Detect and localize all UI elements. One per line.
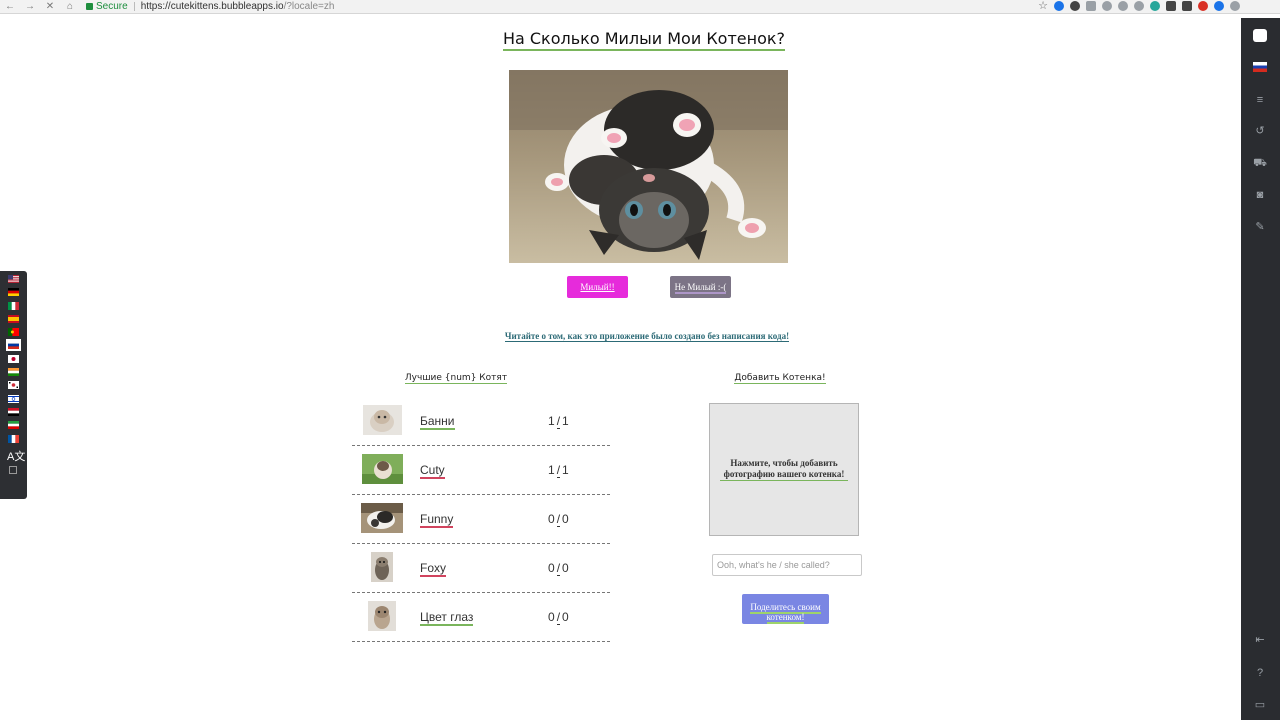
not-cute-label: Не Милый :-( xyxy=(674,282,727,294)
extension-icon[interactable] xyxy=(1134,1,1144,11)
url-host: https://cutekittens.bubbleapps.io xyxy=(140,1,284,12)
address-separator xyxy=(133,2,135,11)
list-item[interactable]: Cuty 1/1 xyxy=(352,446,610,495)
kitten-thumbnail xyxy=(363,405,402,435)
not-cute-button[interactable]: Не Милый :-( xyxy=(670,276,731,298)
share-kitten-button[interactable]: Поделитесь своим котенком! xyxy=(742,594,829,624)
bookmark-star-icon[interactable]: ☆ xyxy=(1038,1,1048,12)
page-title: На Сколько Милыи Мои Котенок? xyxy=(0,29,1280,51)
list-item[interactable]: Цвет глаз 0/0 xyxy=(352,593,610,642)
kitten-thumbnail xyxy=(362,454,403,484)
extension-icon[interactable] xyxy=(1214,1,1224,11)
kitten-thumbnail xyxy=(371,552,393,582)
kitten-name[interactable]: Банни xyxy=(420,414,455,430)
browser-toolbar: ← → ✕ ⌂ Secure https://cutekittens.bubbl… xyxy=(0,0,1280,14)
window-icon[interactable]: ▭ xyxy=(1253,698,1267,712)
camera-icon[interactable]: ◙ xyxy=(1253,188,1267,202)
kitten-name[interactable]: Цвет глаз xyxy=(420,610,474,626)
kitten-name[interactable]: Cuty xyxy=(420,463,445,479)
url-path: /?locale=zh xyxy=(283,1,335,12)
extension-icon[interactable] xyxy=(1198,1,1208,11)
home-icon[interactable]: ⌂ xyxy=(60,1,80,13)
pencil-icon[interactable]: ✎ xyxy=(1253,220,1267,234)
reload-stop-icon[interactable]: ✕ xyxy=(40,1,60,13)
collapse-icon[interactable]: ⇤ xyxy=(1253,633,1267,647)
kitten-photo xyxy=(509,70,788,263)
list-icon[interactable]: ≡ xyxy=(1253,93,1267,107)
secure-indicator[interactable]: Secure xyxy=(86,1,128,12)
list-item[interactable]: Funny 0/0 xyxy=(352,495,610,544)
best-kittens-heading: Лучшие {num} Котят xyxy=(404,373,508,384)
kitten-score: 0/0 xyxy=(548,610,569,625)
extension-icon[interactable] xyxy=(1102,1,1112,11)
forward-icon[interactable]: → xyxy=(20,1,40,13)
kitten-thumbnail xyxy=(361,503,403,533)
extension-icons: ☆ xyxy=(1038,1,1240,12)
extension-icon[interactable] xyxy=(1230,1,1240,11)
secure-label: Secure xyxy=(96,1,128,12)
cart-icon[interactable]: ⛟ xyxy=(1253,156,1267,170)
extension-icon[interactable] xyxy=(1166,1,1176,11)
history-icon[interactable]: ↺ xyxy=(1253,124,1267,138)
how-built-link[interactable]: Читайте о том, как это приложение было с… xyxy=(0,331,1280,342)
address-bar[interactable]: https://cutekittens.bubbleapps.io/?local… xyxy=(141,1,335,12)
kitten-name[interactable]: Funny xyxy=(420,512,454,528)
cute-button[interactable]: Милый!! xyxy=(567,276,628,298)
flag-ru-icon[interactable] xyxy=(1253,62,1267,72)
list-item[interactable]: Foxy 0/0 xyxy=(352,544,610,593)
photo-upload-label: Нажмите, чтобы добавить фотографию вашег… xyxy=(720,458,848,481)
kitten-name-input[interactable] xyxy=(712,554,862,576)
extension-icon[interactable] xyxy=(1070,1,1080,11)
extension-icon[interactable] xyxy=(1182,1,1192,11)
kitten-name[interactable]: Foxy xyxy=(420,561,447,577)
lock-icon xyxy=(86,3,93,10)
extension-icon[interactable] xyxy=(1086,1,1096,11)
kitten-score: 0/0 xyxy=(548,512,569,527)
help-icon[interactable]: ? xyxy=(1253,666,1267,680)
side-panel: ≡ ↺ ⛟ ◙ ✎ ⇤ ? ▭ xyxy=(1241,18,1280,720)
kitten-thumbnail xyxy=(368,601,396,631)
page-content: На Сколько Милыи Мои Котенок? Милый!! Не… xyxy=(0,15,1240,720)
kitten-score: 1/1 xyxy=(548,414,569,429)
extension-icon[interactable] xyxy=(1054,1,1064,11)
send-icon[interactable] xyxy=(1150,1,1160,11)
kitten-score: 0/0 xyxy=(548,561,569,576)
list-item[interactable]: Банни 1/1 xyxy=(352,397,610,446)
extension-icon[interactable] xyxy=(1118,1,1128,11)
back-icon[interactable]: ← xyxy=(0,1,20,13)
kitten-score: 1/1 xyxy=(548,463,569,478)
share-kitten-label: Поделитесь своим котенком! xyxy=(750,601,821,624)
add-kitten-heading: Добавить Котенка! xyxy=(734,373,826,384)
photo-upload-area[interactable]: Нажмите, чтобы добавить фотографию вашег… xyxy=(709,403,859,536)
